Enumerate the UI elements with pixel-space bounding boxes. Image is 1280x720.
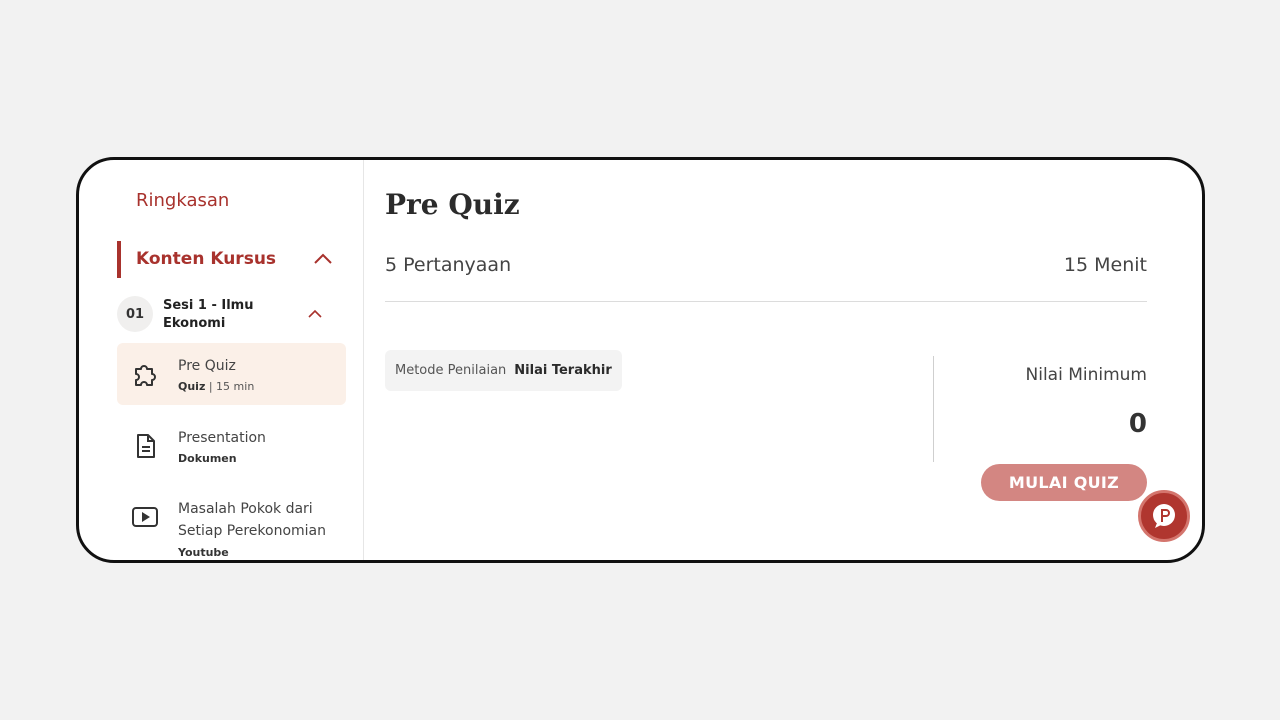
p-chat-icon xyxy=(1153,504,1175,528)
item-type: Dokumen xyxy=(178,452,237,465)
item-type: Youtube xyxy=(178,546,229,559)
minimum-score-label: Nilai Minimum xyxy=(1025,365,1148,385)
sidebar-item-presentation[interactable]: Presentation Dokumen xyxy=(117,418,346,468)
konten-kursus-label: Konten Kursus xyxy=(136,249,277,269)
quiz-detail: Pre Quiz 5 Pertanyaan 15 Menit Metode Pe… xyxy=(385,160,1147,560)
chevron-up-icon[interactable] xyxy=(313,251,333,267)
grading-method-value: Nilai Terakhir xyxy=(514,363,612,378)
item-title: Pre Quiz xyxy=(178,358,236,374)
question-count: 5 Pertanyaan xyxy=(385,254,512,276)
item-duration: | 15 min xyxy=(208,380,255,393)
item-meta: Quiz | 15 min xyxy=(178,380,254,393)
quiz-duration: 15 Menit xyxy=(1063,254,1147,276)
sidebar-item-pre-quiz[interactable]: Pre Quiz Quiz | 15 min xyxy=(117,343,346,405)
chevron-up-icon[interactable] xyxy=(307,308,323,320)
grading-method-label: Metode Penilaian xyxy=(395,363,507,378)
start-quiz-button[interactable]: MULAI QUIZ xyxy=(981,464,1147,501)
session-header[interactable]: 01 Sesi 1 - Ilmu Ekonomi xyxy=(117,296,333,336)
sidebar-section-konten-kursus[interactable]: Konten Kursus xyxy=(117,241,333,278)
divider xyxy=(385,301,1147,302)
item-title: Presentation xyxy=(178,430,266,446)
document-icon xyxy=(137,434,155,458)
sidebar-link-ringkasan[interactable]: Ringkasan xyxy=(136,190,229,211)
chat-fab-button[interactable] xyxy=(1138,490,1190,542)
page-title: Pre Quiz xyxy=(385,188,520,221)
grading-method-chip: Metode Penilaian Nilai Terakhir xyxy=(385,350,622,391)
video-play-icon xyxy=(132,507,158,527)
item-type: Quiz xyxy=(178,380,206,393)
puzzle-icon xyxy=(135,365,156,386)
item-title: Masalah Pokok dari Setiap Perekonomian xyxy=(178,501,327,539)
sidebar: Ringkasan Konten Kursus 01 Sesi 1 - Ilmu… xyxy=(79,160,364,560)
course-window: Ringkasan Konten Kursus 01 Sesi 1 - Ilmu… xyxy=(76,157,1205,563)
sidebar-item-youtube[interactable]: Masalah Pokok dari Setiap Perekonomian Y… xyxy=(117,490,346,560)
vertical-divider xyxy=(933,356,934,462)
minimum-score-value: 0 xyxy=(1128,409,1147,439)
session-number-badge: 01 xyxy=(117,296,153,332)
session-title: Sesi 1 - Ilmu Ekonomi xyxy=(163,298,254,331)
